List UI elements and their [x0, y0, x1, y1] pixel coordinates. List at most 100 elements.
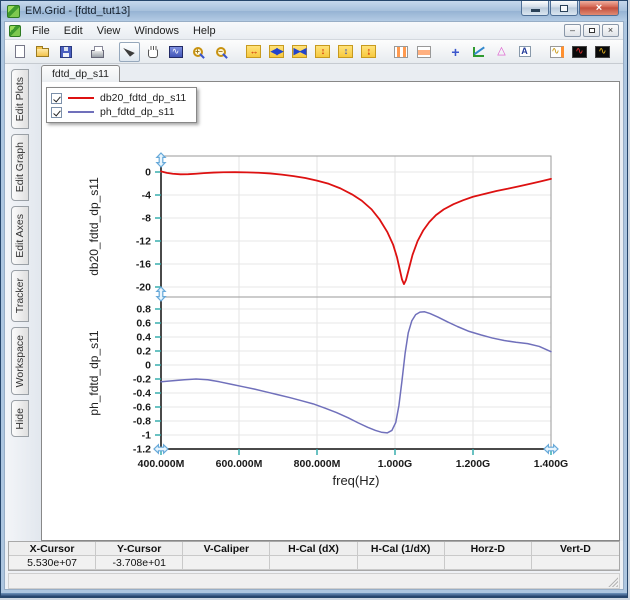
text-annotation-button[interactable]: A [514, 42, 535, 62]
legend-checkbox-ph[interactable] [51, 107, 62, 118]
menu-file[interactable]: File [25, 24, 57, 38]
mdi-restore-button[interactable] [583, 24, 600, 37]
v-zoom-cursors-button[interactable]: ↕ [335, 42, 356, 62]
h-fit-button[interactable]: ▶◀ [289, 42, 310, 62]
cursor-value-cell: 5.530e+07 [9, 556, 96, 570]
delta-tool-button[interactable]: △ [491, 42, 512, 62]
document-icon [9, 25, 21, 37]
app-window: EM.Grid - [fdtd_tut13] × File Edit View … [0, 0, 628, 598]
plot-column: fdtd_dp_s11 db20_fdtd_dp_s11 ph_fdtd_dp_… [41, 64, 623, 541]
axes-tool-icon [473, 47, 484, 57]
overlay-plots-button[interactable]: ∿ [546, 42, 567, 62]
toolbar: ∿+−↔◀▶▶◀↕↕↨+△A∿∿∿↕↔Layout [5, 40, 623, 64]
svg-text:-4: -4 [142, 190, 151, 202]
app-logo-icon [7, 5, 20, 18]
v-zoom-cursors-icon: ↕ [338, 45, 353, 58]
sidebar-tab-hide[interactable]: Hide [11, 400, 29, 438]
toolbar-separator [436, 43, 443, 61]
svg-text:-8: -8 [142, 213, 151, 225]
svg-text:1.000G: 1.000G [378, 458, 412, 470]
db20_fdtd_dp_s11-curve [161, 171, 551, 284]
save-icon [60, 46, 72, 58]
axis-cursor-handle[interactable] [157, 287, 165, 301]
legend-label-ph: ph_fdtd_dp_s11 [100, 106, 175, 118]
minimize-icon [531, 9, 540, 12]
svg-text:400.000M: 400.000M [138, 458, 185, 470]
dark-plot-yellow-button[interactable]: ∿ [592, 42, 613, 62]
menu-help[interactable]: Help [186, 24, 223, 38]
mdi-minimize-button[interactable]: – [564, 24, 581, 37]
split-vertical-button[interactable] [390, 42, 411, 62]
close-button[interactable]: × [579, 1, 619, 16]
svg-text:-12: -12 [136, 236, 151, 248]
restore-button[interactable] [550, 1, 578, 16]
select-pointer-button[interactable] [119, 42, 140, 62]
plot-tab-active[interactable]: fdtd_dp_s11 [41, 65, 120, 82]
main-area: Edit Plots Edit Graph Edit Axes Tracker … [5, 64, 623, 541]
h-zoom-cursors-icon: ◀▶ [269, 45, 284, 58]
svg-text:-0.6: -0.6 [133, 402, 151, 414]
print-button[interactable] [87, 42, 108, 62]
cursor-column-header: Vert-D [532, 542, 619, 556]
resize-grip[interactable] [607, 576, 618, 587]
legend-label-db20: db20_fdtd_dp_s11 [100, 92, 186, 104]
plot-panel[interactable]: db20_fdtd_dp_s11 ph_fdtd_dp_s11 0 -4 -8 -12… [41, 81, 620, 541]
sidebar-tab-edit-plots[interactable]: Edit Plots [11, 69, 29, 129]
v-zoom-data-button[interactable]: ↕ [312, 42, 333, 62]
svg-text:1.400G: 1.400G [534, 458, 568, 470]
legend-item[interactable]: ph_fdtd_dp_s11 [51, 105, 186, 119]
sidebar-tab-workspace[interactable]: Workspace [11, 327, 29, 395]
pan-hand-icon [148, 49, 158, 58]
x-axis-label: freq(Hz) [333, 473, 380, 488]
print-icon [91, 50, 104, 58]
legend-item[interactable]: db20_fdtd_dp_s11 [51, 91, 186, 105]
zoom-in-button[interactable]: + [188, 42, 209, 62]
new-document-button[interactable] [9, 42, 30, 62]
h-zoom-data-button[interactable]: ↔ [243, 42, 264, 62]
dark-plot-red-button[interactable]: ∿ [569, 42, 590, 62]
app-frame: File Edit View Windows Help – × ∿+−↔◀▶▶◀… [4, 21, 624, 590]
svg-text:0: 0 [145, 360, 151, 372]
plot-tab-bar: fdtd_dp_s11 [41, 64, 620, 82]
menu-edit[interactable]: Edit [57, 24, 90, 38]
svg-text:-1.2: -1.2 [133, 444, 151, 456]
pan-hand-button[interactable] [142, 42, 163, 62]
mdi-close-button[interactable]: × [602, 24, 619, 37]
h-zoom-cursors-button[interactable]: ◀▶ [266, 42, 287, 62]
svg-text:0.4: 0.4 [136, 332, 151, 344]
restore-icon [560, 5, 568, 12]
menu-view[interactable]: View [90, 24, 128, 38]
split-horizontal-button[interactable] [413, 42, 434, 62]
trace-display-button[interactable]: ∿ [165, 42, 186, 62]
upper-plot-box [161, 156, 551, 297]
menu-windows[interactable]: Windows [127, 24, 186, 38]
h-zoom-data-icon: ↔ [246, 45, 261, 58]
sidebar-tab-edit-axes[interactable]: Edit Axes [11, 206, 29, 266]
v-fit-button[interactable]: ↨ [358, 42, 379, 62]
open-file-button[interactable] [32, 42, 53, 62]
axes-tool-button[interactable] [468, 42, 489, 62]
close-icon: × [596, 3, 602, 14]
sidebar-tab-edit-graph[interactable]: Edit Graph [11, 134, 29, 200]
minimize-button[interactable] [521, 1, 549, 16]
svg-text:-16: -16 [136, 259, 151, 271]
svg-text:1.200G: 1.200G [456, 458, 490, 470]
toolbar-separator [381, 43, 388, 61]
trace-display-icon: ∿ [169, 46, 183, 58]
svg-text:0.6: 0.6 [136, 318, 151, 330]
save-button[interactable] [55, 42, 76, 62]
zoom-out-icon: − [216, 47, 228, 57]
svg-text:-0.4: -0.4 [133, 388, 151, 400]
chart-svg[interactable]: 0-4-8-12-16-200.80.60.40.20-0.2-0.4-0.6-… [42, 82, 620, 541]
toolbar-separator [615, 43, 622, 61]
menu-bar: File Edit View Windows Help – × [5, 22, 623, 40]
title-bar[interactable]: EM.Grid - [fdtd_tut13] × [1, 1, 627, 21]
legend-checkbox-db20[interactable] [51, 93, 62, 104]
cursor-column-header: X-Cursor [9, 542, 96, 556]
svg-text:800.000M: 800.000M [294, 458, 341, 470]
axis-cursor-handle[interactable] [157, 153, 165, 167]
dark-plot-red-icon: ∿ [572, 46, 587, 58]
sidebar-tab-tracker[interactable]: Tracker [11, 270, 29, 321]
add-marker-button[interactable]: + [445, 42, 466, 62]
zoom-out-button[interactable]: − [211, 42, 232, 62]
